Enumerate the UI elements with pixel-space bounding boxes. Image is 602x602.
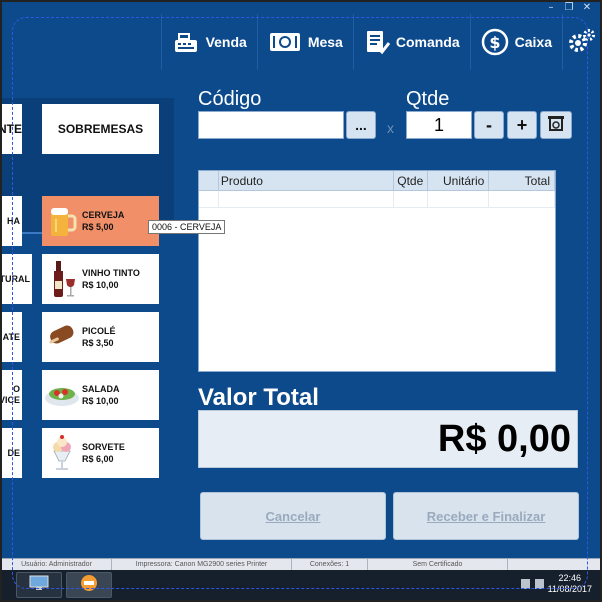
code-input[interactable]	[198, 111, 344, 139]
status-connections: Conexões: 1	[292, 558, 368, 571]
browse-button[interactable]: ...	[346, 111, 376, 139]
dollar-coin-icon: $	[481, 28, 509, 56]
clock-time: 22:46	[558, 573, 582, 583]
system-tray	[521, 579, 544, 589]
order-panel: Código ... x Qtde 1 - + Produto Qtde Uni…	[176, 70, 592, 558]
product-price: R$ 5,00	[82, 222, 114, 232]
qty-label: Qtde	[406, 88, 450, 110]
product-tile-sorvete[interactable]: SORVETE R$ 6,00	[42, 428, 159, 478]
top-navigation-bar: Venda Mesa Comanda $ Caixa	[2, 14, 600, 70]
column-header: Total	[489, 171, 555, 190]
product-tile-partial[interactable]: HA	[2, 196, 22, 246]
nav-mesa[interactable]: Mesa	[256, 14, 353, 70]
nav-caixa[interactable]: $ Caixa	[469, 14, 562, 70]
table-row[interactable]	[199, 191, 555, 208]
product-price: R$ 10,00	[82, 396, 119, 406]
windows-taskbar: 22:46 11/08/2017	[2, 570, 600, 600]
salad-icon	[42, 373, 82, 417]
checklist-icon	[364, 29, 390, 55]
computer-icon	[28, 574, 50, 597]
product-tile-picole[interactable]: PICOLÉ R$ 3,50	[42, 312, 159, 362]
order-items-table: Produto Qtde Unitário Total	[198, 170, 556, 372]
total-label: Valor Total	[198, 384, 319, 411]
cancel-button[interactable]: Cancelar	[200, 492, 386, 540]
column-header	[199, 171, 219, 190]
app-logo-icon	[79, 573, 99, 598]
qty-minus-button[interactable]: -	[474, 111, 504, 139]
cash-register-icon	[172, 30, 200, 54]
product-name: SORVETE	[82, 442, 125, 452]
product-panel: NTE SOBREMESAS HA TURAL ATE O VICE DE CE…	[0, 70, 174, 558]
restore-icon[interactable]: ❐	[562, 2, 576, 13]
settings-button[interactable]	[562, 14, 600, 70]
scale-icon	[546, 113, 566, 138]
column-header: Unitário	[428, 171, 490, 190]
code-label: Código	[198, 88, 262, 110]
volume-icon[interactable]	[535, 579, 544, 589]
scale-button[interactable]	[540, 111, 572, 139]
column-header: Produto	[219, 171, 394, 190]
finish-button[interactable]: Receber e Finalizar	[393, 492, 579, 540]
product-name: VINHO TINTO	[82, 268, 140, 278]
wine-bottle-icon	[42, 257, 82, 301]
product-price: R$ 10,00	[82, 280, 119, 290]
gears-icon	[567, 28, 597, 56]
product-tile-vinho-tinto[interactable]: VINHO TINTO R$ 10,00	[42, 254, 159, 304]
window-controls: – ❐ ✕	[544, 2, 594, 13]
product-price: R$ 3,50	[82, 338, 114, 348]
minimize-icon[interactable]: –	[544, 2, 558, 13]
status-user: Usuário: Administrador	[2, 558, 112, 571]
nav-label: Mesa	[307, 34, 343, 50]
taskbar-app-button-active[interactable]	[66, 572, 112, 598]
nav-comanda[interactable]: Comanda	[352, 14, 470, 70]
clock-date: 11/08/2017	[547, 584, 592, 594]
table-header: Produto Qtde Unitário Total	[199, 171, 555, 191]
ice-cream-icon	[42, 431, 82, 475]
nav-label: Caixa	[514, 34, 552, 50]
times-sign: x	[387, 120, 394, 136]
nav-label: Comanda	[395, 34, 460, 50]
product-tile-partial[interactable]: O VICE	[0, 370, 22, 420]
product-name: SALADA	[82, 384, 120, 394]
product-name: PICOLÉ	[82, 326, 116, 336]
product-tile-partial[interactable]: ATE	[2, 312, 22, 362]
network-icon[interactable]	[521, 579, 530, 589]
popsicle-icon	[42, 315, 82, 359]
close-icon[interactable]: ✕	[580, 2, 594, 13]
status-bar: Usuário: Administrador Impressora: Canon…	[2, 558, 600, 571]
main-menu: Venda Mesa Comanda $ Caixa	[160, 14, 600, 70]
product-tile-cerveja[interactable]: CERVEJA R$ 5,00	[42, 196, 159, 246]
clock[interactable]: 22:46 11/08/2017	[548, 573, 592, 595]
category-tile[interactable]: NTE	[0, 104, 22, 154]
column-header: Qtde	[394, 171, 428, 190]
nav-label: Venda	[205, 34, 247, 50]
product-tile-partial[interactable]: DE	[2, 428, 22, 478]
taskbar-app-button[interactable]	[16, 572, 62, 598]
dining-plate-icon	[268, 31, 302, 53]
total-value: R$ 0,00	[198, 410, 578, 468]
product-tooltip: 0006 - CERVEJA	[148, 220, 226, 234]
qty-plus-button[interactable]: +	[507, 111, 537, 139]
qty-input[interactable]: 1	[406, 111, 472, 139]
status-printer: Impressora: Canon MG2900 series Printer	[112, 558, 292, 571]
product-name: CERVEJA	[82, 210, 125, 220]
svg-text:$: $	[489, 33, 500, 52]
nav-venda[interactable]: Venda	[160, 14, 257, 70]
product-price: R$ 6,00	[82, 454, 114, 464]
product-tile-partial[interactable]: TURAL	[0, 254, 32, 304]
product-tile-salada[interactable]: SALADA R$ 10,00	[42, 370, 159, 420]
category-sobremesas[interactable]: SOBREMESAS	[42, 104, 159, 154]
beer-mug-icon	[42, 199, 82, 243]
status-certificate: Sem Certificado	[368, 558, 508, 571]
